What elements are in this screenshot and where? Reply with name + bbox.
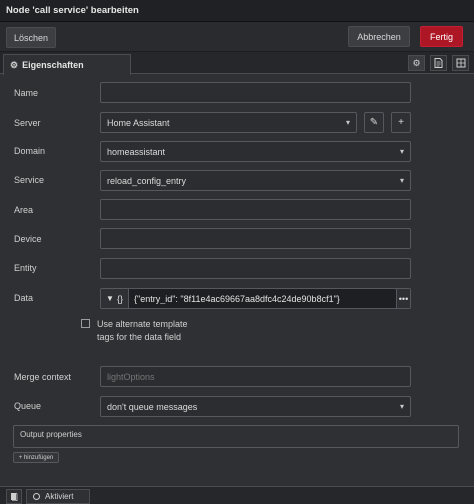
domain-label: Domain: [14, 146, 46, 156]
layout-icon[interactable]: [452, 55, 469, 71]
server-value: Home Assistant: [107, 117, 170, 128]
service-value: reload_config_entry: [107, 175, 187, 186]
chevron-down-icon: ▾: [399, 402, 404, 411]
chevron-down-icon: ▾: [399, 147, 404, 156]
service-label: Service: [14, 175, 45, 185]
add-server-button[interactable]: +: [391, 112, 411, 133]
entity-input[interactable]: [100, 258, 411, 279]
expand-editor-button[interactable]: •••: [396, 289, 410, 308]
tab-bar: ⚙ Eigenschaften ⚙: [0, 52, 474, 75]
domain-select[interactable]: homeassistant ▾: [100, 141, 411, 162]
area-input[interactable]: [100, 199, 411, 220]
data-input[interactable]: ▼ {} {"entry_id": "8f11e4ac69667aa8dfc4c…: [100, 288, 411, 309]
properties-form: Name Server Home Assistant ▾ ✎ + Domain …: [0, 74, 474, 486]
gear-icon[interactable]: ⚙: [408, 55, 425, 71]
merge-context-label: Merge context: [14, 372, 72, 382]
enabled-toggle[interactable]: Aktiviert: [26, 489, 90, 504]
edit-server-button[interactable]: ✎: [364, 112, 384, 133]
service-select[interactable]: reload_config_entry ▾: [100, 170, 411, 191]
area-label: Area: [14, 205, 34, 215]
data-type-select[interactable]: ▼ {}: [101, 289, 129, 308]
caret-down-icon: ▼: [106, 294, 114, 303]
entity-label: Entity: [14, 263, 37, 273]
data-value[interactable]: {"entry_id": "8f11e4ac69667aa8dfc4c24de9…: [129, 294, 396, 304]
circle-icon: [33, 493, 40, 500]
device-label: Device: [14, 234, 42, 244]
queue-select[interactable]: don't queue messages ▾: [100, 396, 411, 417]
domain-value: homeassistant: [107, 146, 166, 157]
tab-properties[interactable]: ⚙ Eigenschaften: [3, 54, 131, 75]
plus-icon: +: [398, 117, 404, 128]
output-properties-label: Output properties: [20, 430, 82, 439]
name-input[interactable]: [100, 82, 411, 103]
pencil-icon: ✎: [369, 117, 379, 128]
server-label: Server: [14, 118, 41, 128]
dialog-footer: Aktiviert: [0, 486, 474, 504]
json-type-icon: {}: [116, 293, 123, 304]
tab-properties-label: Eigenschaften: [22, 60, 84, 70]
queue-value: don't queue messages: [107, 401, 198, 412]
output-properties-list: Output properties: [13, 425, 459, 448]
enabled-label: Aktiviert: [45, 492, 74, 501]
server-select[interactable]: Home Assistant ▾: [100, 112, 357, 133]
dialog-toolbar: Löschen Abbrechen Fertig: [0, 22, 474, 52]
chevron-down-icon: ▾: [399, 176, 404, 185]
gear-icon: ⚙: [10, 59, 19, 70]
alternate-tags-label: Use alternate template tags for the data…: [97, 319, 188, 342]
ellipsis-icon: •••: [398, 293, 409, 304]
done-button[interactable]: Fertig: [420, 26, 463, 47]
name-label: Name: [14, 88, 39, 98]
merge-context-input[interactable]: [100, 366, 411, 387]
chevron-down-icon: ▾: [345, 118, 350, 127]
queue-label: Queue: [14, 401, 42, 411]
add-output-property-button[interactable]: + hinzufügen: [13, 452, 59, 463]
cancel-button[interactable]: Abbrechen: [348, 26, 410, 47]
data-label: Data: [14, 293, 34, 303]
dialog-title-bar: Node 'call service' bearbeiten: [0, 0, 474, 22]
document-icon[interactable]: [430, 55, 447, 71]
delete-button[interactable]: Löschen: [6, 27, 56, 48]
device-input[interactable]: [100, 228, 411, 249]
alternate-tags-checkbox[interactable]: [81, 319, 90, 328]
dialog-title: Node 'call service' bearbeiten: [6, 5, 139, 16]
book-icon[interactable]: [6, 489, 22, 504]
